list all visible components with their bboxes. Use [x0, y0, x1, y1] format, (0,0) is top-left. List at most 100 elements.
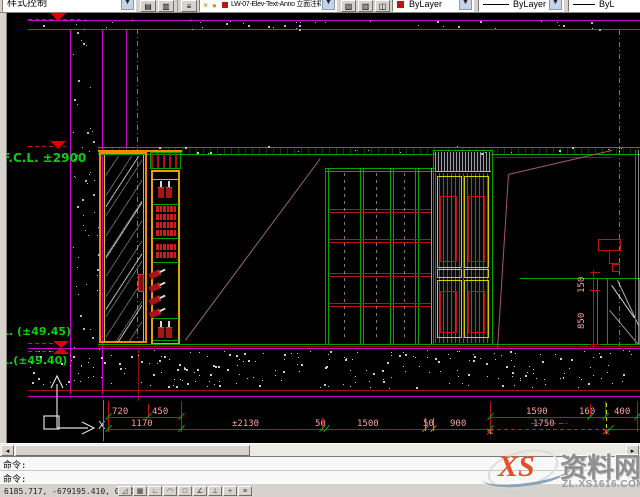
hatch-speckle	[104, 362, 106, 364]
hatch-speckle	[197, 369, 199, 371]
hatch-speckle	[542, 361, 544, 363]
cad-line	[152, 179, 179, 180]
hatch-speckle	[227, 369, 229, 371]
scroll-right-button[interactable]: ▸	[626, 445, 639, 456]
toolbar-button-5[interactable]: ▥	[358, 0, 373, 12]
hatch-speckle	[448, 354, 449, 355]
cad-line	[437, 269, 462, 278]
hatch-speckle	[243, 361, 244, 362]
style-combo-value: 样式控制	[7, 0, 47, 9]
hatch-speckle	[326, 366, 328, 368]
horizontal-scrollbar[interactable]: ◂ ▸	[0, 443, 640, 456]
shelf-line	[153, 318, 179, 319]
hatch-speckle	[93, 141, 95, 143]
hatch-speckle	[39, 351, 40, 352]
hatch-speckle	[94, 212, 95, 213]
ducs-toggle[interactable]: ⊥	[208, 486, 222, 496]
hatch-speckle	[328, 354, 329, 355]
hatch-speckle	[387, 362, 389, 364]
toolbar-button-1[interactable]: ▤	[140, 0, 156, 12]
layer-on-icon[interactable]: ☀	[202, 1, 209, 10]
hatch-speckle	[355, 150, 356, 151]
cad-line	[28, 351, 54, 352]
ortho-toggle[interactable]: ∟	[148, 486, 162, 496]
toolbar-button-4[interactable]: ▧	[341, 0, 356, 12]
cad-line	[440, 291, 457, 333]
hatch-speckle	[621, 148, 622, 149]
hatch-speckle	[45, 363, 46, 364]
toolbar-button-6[interactable]: ◫	[375, 0, 390, 12]
hatch-speckle	[132, 20, 133, 21]
osnap-toggle[interactable]: □	[178, 486, 192, 496]
cad-line	[44, 376, 94, 434]
hatch-speckle	[438, 361, 440, 363]
hatch-speckle	[413, 356, 414, 357]
style-combo[interactable]: 样式控制 ▼	[2, 0, 136, 12]
scroll-thumb[interactable]	[15, 445, 250, 456]
hatch-speckle	[391, 377, 392, 378]
hatch-speckle	[275, 375, 276, 376]
glassware-row	[156, 206, 176, 212]
hatch-speckle	[97, 269, 99, 271]
hatch-speckle	[88, 377, 89, 378]
hatch-speckle	[416, 387, 417, 388]
hatch-speckle	[263, 353, 264, 354]
hatch-speckle	[111, 355, 112, 356]
extension-line	[103, 400, 104, 441]
grid-toggle[interactable]: ▦	[133, 486, 147, 496]
hatch-speckle	[248, 360, 250, 362]
hatch-speckle	[527, 372, 528, 373]
otrack-toggle[interactable]: ∠	[193, 486, 207, 496]
hatch-speckle	[87, 183, 88, 184]
hatch-speckle	[186, 369, 188, 371]
hatch-speckle	[71, 360, 72, 361]
linetype-sample	[483, 4, 509, 5]
chevron-down-icon[interactable]: ▼	[121, 0, 134, 10]
command-line-panel[interactable]: 命令: 命令:	[0, 456, 640, 483]
hatch-speckle	[159, 360, 161, 362]
drawing-canvas[interactable]: F.C.L. ±2900 L. (±49.45) L.(±49.40)	[0, 0, 640, 497]
color-combo[interactable]: ByLayer ▼	[392, 0, 474, 12]
hatch-speckle	[169, 359, 170, 360]
layer-freeze-icon[interactable]: ●	[212, 1, 217, 10]
hatch-speckle	[97, 235, 98, 236]
dyn-toggle[interactable]: +	[223, 486, 237, 496]
layer-combo[interactable]: ☀ ● LW-07-Elev-Text-Anno 立面注释 ▼	[199, 0, 337, 12]
snap-toggle[interactable]: ◿	[118, 486, 132, 496]
hatch-speckle	[350, 386, 351, 387]
wine-bottle	[166, 321, 172, 337]
hatch-speckle	[214, 384, 215, 385]
hatch-speckle	[563, 378, 564, 379]
hatch-speckle	[458, 26, 460, 28]
hatch-speckle	[563, 377, 564, 378]
hatch-speckle	[177, 369, 179, 371]
chevron-down-icon[interactable]: ▼	[459, 0, 472, 10]
hatch-speckle	[94, 180, 95, 181]
cad-line	[593, 270, 594, 348]
hatch-speckle	[185, 147, 187, 149]
hatch-speckle	[366, 370, 367, 371]
scroll-left-button[interactable]: ◂	[1, 445, 14, 456]
linetype-combo[interactable]: ByLayer ▼	[478, 0, 564, 12]
hatch-speckle	[559, 150, 561, 152]
hatch-speckle	[174, 379, 175, 380]
hatch-speckle	[190, 20, 191, 21]
hatch-speckle	[98, 254, 100, 256]
toolbar-button-2[interactable]: ▥	[158, 0, 174, 12]
hatch-speckle	[536, 378, 537, 379]
chevron-down-icon[interactable]: ▼	[549, 0, 562, 10]
lwt-toggle[interactable]: ≡	[238, 486, 252, 496]
layer-manager-button[interactable]: ≡	[181, 0, 197, 12]
hatch-speckle	[480, 21, 482, 23]
hatch-speckle	[462, 383, 463, 384]
hatch-speckle	[194, 372, 195, 373]
lineweight-combo[interactable]: ByL	[568, 0, 640, 12]
hatch-speckle	[32, 382, 34, 384]
hatch-speckle	[98, 227, 99, 228]
cad-line	[28, 343, 54, 344]
hatch-speckle	[564, 373, 565, 374]
hatch-speckle	[581, 379, 582, 380]
hatch-speckle	[199, 375, 200, 376]
polar-toggle[interactable]: ◠	[163, 486, 177, 496]
chevron-down-icon[interactable]: ▼	[322, 0, 335, 10]
